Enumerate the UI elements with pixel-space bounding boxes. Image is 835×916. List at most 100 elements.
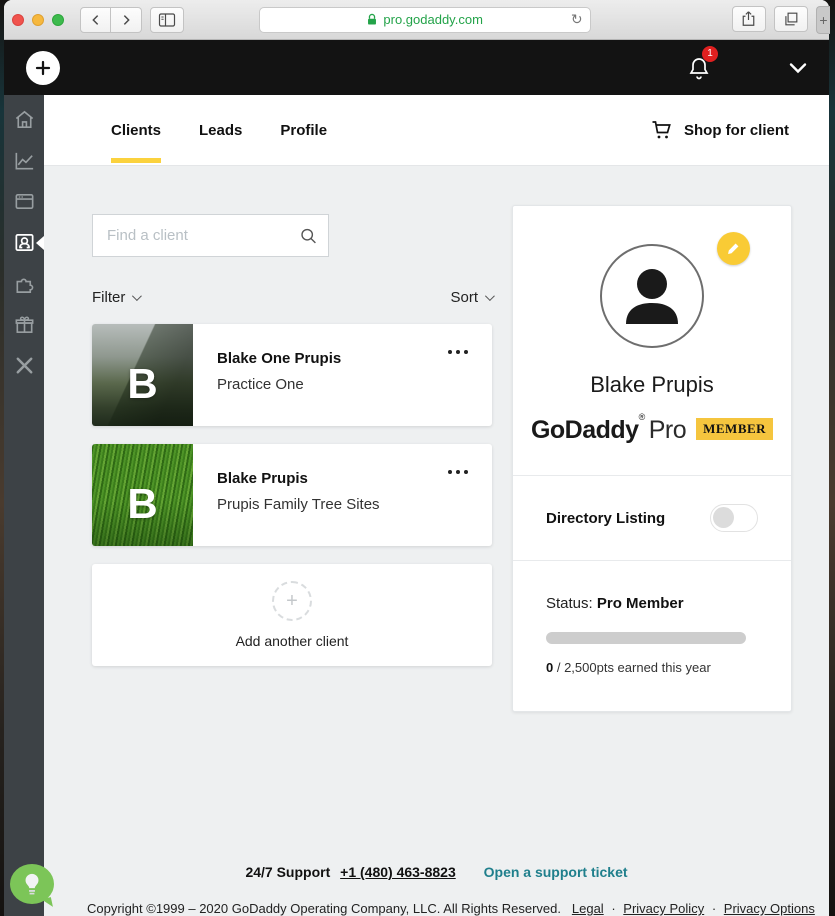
- tabs-icon: [785, 12, 798, 25]
- client-subtitle: Prupis Family Tree Sites: [217, 496, 380, 513]
- zoom-window-button[interactable]: [52, 13, 64, 26]
- chevron-right-icon: [123, 14, 130, 25]
- close-icon: [16, 357, 32, 374]
- client-name: Blake Prupis: [217, 470, 308, 487]
- new-tab-button[interactable]: +: [815, 5, 830, 34]
- avatar: [600, 244, 704, 348]
- directory-listing-label: Directory Listing: [546, 509, 666, 527]
- toggle-knob: [713, 507, 734, 528]
- support-phone-link[interactable]: +1 (480) 463-8823: [340, 864, 456, 880]
- sidebar-icon: [158, 12, 176, 27]
- puzzle-icon: [15, 278, 33, 293]
- page-footer: 24/7 Support +1 (480) 463-8823 Open a su…: [44, 864, 829, 916]
- profile-card: Blake Prupis GoDaddy® Pro MEMBER Director…: [512, 205, 792, 712]
- app-header: 1: [4, 40, 829, 95]
- sort-dropdown[interactable]: Sort: [450, 289, 495, 306]
- sidebar-item-sites[interactable]: [4, 181, 44, 222]
- filter-dropdown[interactable]: Filter: [92, 289, 143, 306]
- client-thumbnail: B: [92, 444, 193, 546]
- notifications-button[interactable]: 1: [687, 45, 718, 81]
- sidebar-item-integrations[interactable]: [4, 263, 44, 304]
- search-icon[interactable]: [299, 226, 318, 245]
- reload-button[interactable]: ↻: [571, 11, 583, 28]
- privacy-options-link[interactable]: Privacy Options: [724, 901, 815, 916]
- member-badge: MEMBER: [696, 417, 774, 440]
- add-client-label: Add another client: [235, 633, 349, 649]
- separator: ·: [711, 901, 717, 916]
- directory-listing-toggle[interactable]: [710, 504, 758, 532]
- edit-profile-button[interactable]: [717, 232, 750, 265]
- client-subtitle: Practice One: [217, 376, 304, 393]
- client-name: Blake One Prupis: [217, 350, 342, 367]
- lightbulb-icon: [25, 873, 39, 895]
- sidebar-item-rewards[interactable]: [4, 304, 44, 345]
- profile-name: Blake Prupis: [590, 372, 714, 397]
- account-menu-button[interactable]: [789, 62, 807, 74]
- tab-overview-button[interactable]: [773, 5, 808, 32]
- forward-button[interactable]: [111, 6, 142, 33]
- points-text: 0 / 2,500pts earned this year: [546, 660, 758, 675]
- support-label: 24/7 Support: [245, 864, 331, 880]
- clients-icon: [14, 233, 34, 252]
- share-icon: [743, 11, 755, 26]
- browser-window-icon: [15, 193, 33, 210]
- client-thumbnail: B: [92, 324, 193, 426]
- tab-clients[interactable]: Clients: [111, 95, 162, 165]
- browser-toolbar: pro.godaddy.com ↻ +: [4, 0, 830, 40]
- sidebar-item-close[interactable]: [4, 345, 44, 386]
- add-new-button[interactable]: [26, 50, 60, 85]
- client-card[interactable]: B Blake One Prupis Practice One: [92, 324, 492, 426]
- tab-leads[interactable]: Leads: [199, 95, 242, 165]
- brand-row: GoDaddy® Pro MEMBER: [513, 412, 791, 445]
- open-support-ticket-link[interactable]: Open a support ticket: [484, 864, 628, 880]
- person-icon: [626, 269, 678, 324]
- share-button[interactable]: [731, 5, 766, 32]
- godaddy-pro-logo: GoDaddy® Pro: [530, 412, 687, 444]
- icon-sidebar: [4, 95, 54, 916]
- client-menu-button[interactable]: [444, 346, 472, 358]
- add-client-card[interactable]: + Add another client: [92, 564, 492, 666]
- sidebar-toggle-button[interactable]: [150, 6, 184, 33]
- shop-for-client-button[interactable]: Shop for client: [650, 119, 789, 141]
- main-content: Clients Leads Profile Shop for client Fi…: [44, 95, 829, 916]
- shop-for-client-label: Shop for client: [684, 121, 789, 139]
- legal-link[interactable]: Legal: [572, 901, 604, 916]
- notification-badge: 1: [702, 45, 718, 62]
- chevron-down-icon: [484, 291, 495, 302]
- sidebar-item-home[interactable]: [4, 99, 44, 140]
- minimize-window-button[interactable]: [32, 13, 44, 26]
- client-initial: B: [127, 480, 158, 527]
- bubble-tail: [41, 897, 53, 909]
- feedback-button[interactable]: [10, 864, 56, 909]
- line-chart-icon: [15, 152, 33, 170]
- tab-profile[interactable]: Profile: [280, 95, 327, 165]
- status-label: Status:: [546, 595, 593, 612]
- window-controls: [12, 13, 64, 26]
- privacy-policy-link[interactable]: Privacy Policy: [623, 901, 704, 916]
- filter-label: Filter: [92, 289, 126, 306]
- back-button[interactable]: [80, 6, 111, 33]
- status-value: Pro Member: [596, 595, 684, 612]
- chevron-left-icon: [91, 14, 98, 25]
- close-window-button[interactable]: [12, 13, 24, 26]
- sidebar-item-clients[interactable]: [4, 222, 44, 263]
- client-initial: B: [127, 360, 158, 407]
- browser-window: pro.godaddy.com ↻ + 1 Clients Leads Prof…: [4, 0, 830, 916]
- add-plus-icon: +: [272, 581, 312, 621]
- sidebar-item-analytics[interactable]: [4, 140, 44, 181]
- separator: ·: [611, 901, 616, 916]
- copyright-text: Copyright ©1999 – 2020 GoDaddy Operating…: [87, 901, 561, 916]
- section-tabbar: Clients Leads Profile Shop for client: [44, 95, 829, 166]
- status-line: Status: Pro Member: [546, 595, 758, 612]
- client-card[interactable]: B Blake Prupis Prupis Family Tree Sites: [92, 444, 492, 546]
- home-icon: [15, 110, 33, 128]
- search-input[interactable]: [93, 215, 328, 256]
- chevron-down-icon: [789, 62, 807, 73]
- plus-icon: [35, 60, 51, 75]
- client-search: [92, 214, 329, 257]
- lock-icon: [368, 13, 377, 25]
- points-progress-bar: [546, 632, 746, 644]
- client-menu-button[interactable]: [444, 466, 472, 478]
- address-bar[interactable]: pro.godaddy.com ↻: [258, 6, 591, 33]
- url-text: pro.godaddy.com: [383, 12, 483, 27]
